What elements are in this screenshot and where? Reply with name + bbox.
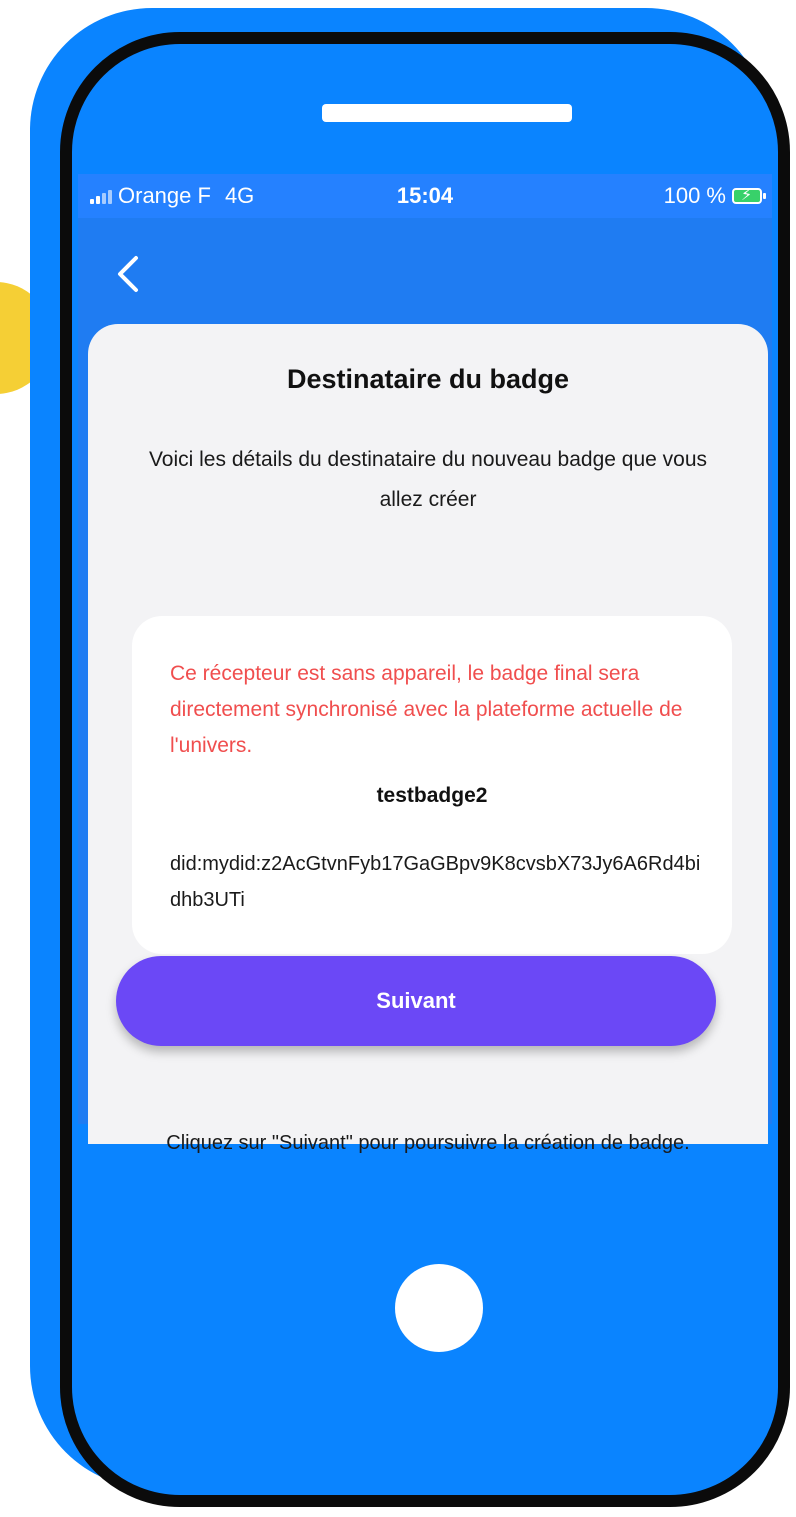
- recipient-info-box: Ce récepteur est sans appareil, le badge…: [132, 616, 732, 954]
- phone-speaker: [322, 104, 572, 122]
- home-button[interactable]: [395, 1264, 483, 1352]
- next-button[interactable]: Suivant: [116, 956, 716, 1046]
- next-hint: Cliquez sur "Suivant" pour poursuivre la…: [166, 1132, 690, 1154]
- status-right: 100 % ⚡: [663, 183, 766, 209]
- battery-percent: 100 %: [663, 183, 726, 208]
- page-title: Destinataire du badge: [286, 364, 570, 394]
- status-bar: Orange F 4G 15:04 100 % ⚡: [78, 174, 772, 218]
- page-subtitle: Voici les détails du destinataire du nou…: [148, 448, 708, 511]
- battery-icon: ⚡: [732, 187, 766, 204]
- mockup-stage: Orange F 4G 15:04 100 % ⚡ Destinataire d…: [0, 0, 796, 1517]
- recipient-did: did:mydid:z2AcGtvnFyb17GaGBpv9K8cvsbX73J…: [170, 853, 701, 911]
- back-button[interactable]: [110, 252, 150, 296]
- charging-bolt-icon: ⚡: [741, 187, 753, 204]
- phone-frame: Orange F 4G 15:04 100 % ⚡ Destinataire d…: [60, 32, 790, 1507]
- chevron-left-icon: [118, 256, 138, 292]
- recipient-name: testbadge2: [376, 784, 488, 807]
- deviceless-warning: Ce récepteur est sans appareil, le badge…: [170, 662, 683, 757]
